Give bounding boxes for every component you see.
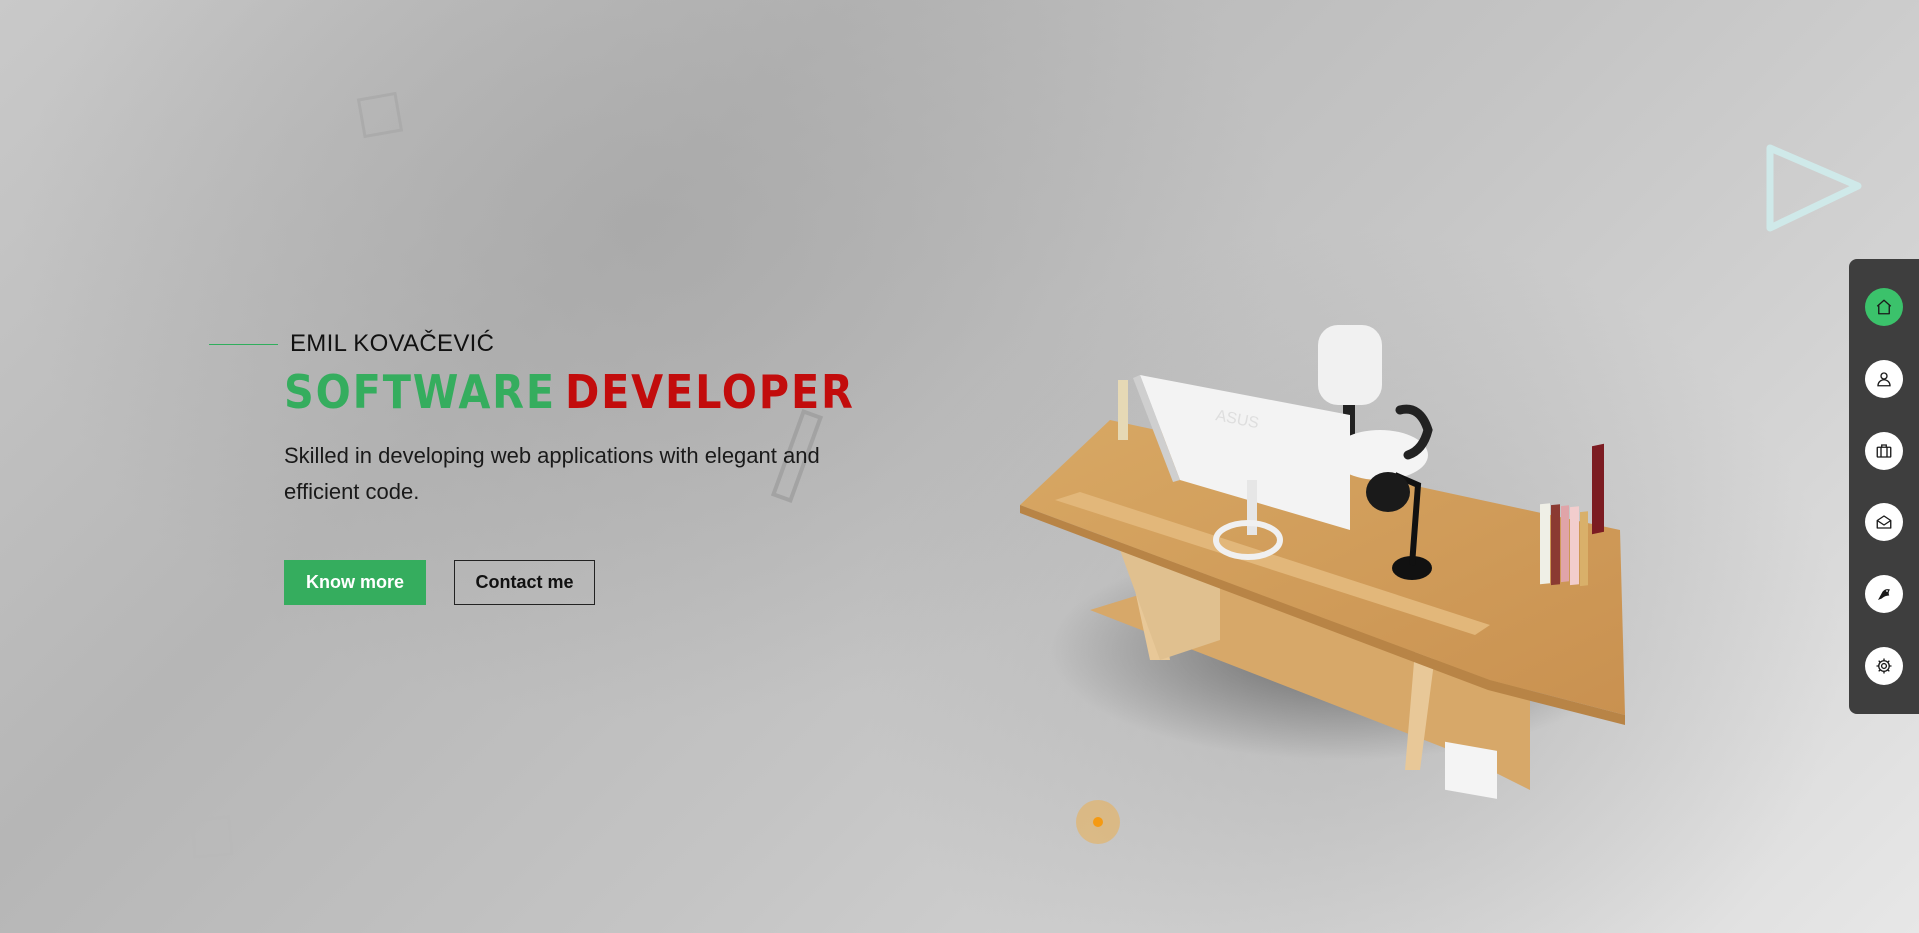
side-navigation — [1849, 259, 1919, 714]
monitor-stand — [1247, 480, 1257, 535]
hero-buttons: Know more Contact me — [284, 560, 849, 605]
name-row: EMIL KOVAČEVIĆ — [209, 328, 849, 360]
title-developer: DEVELOPER — [564, 365, 855, 419]
guitar-neck — [1118, 380, 1128, 440]
pen-nib-icon — [1878, 589, 1890, 601]
title-software: SOFTWARE — [284, 365, 556, 419]
nav-portfolio-button[interactable] — [1865, 431, 1903, 470]
chair-back — [1318, 325, 1382, 405]
nav-home-button[interactable] — [1865, 287, 1903, 326]
developer-name: EMIL KOVAČEVIĆ — [290, 330, 495, 357]
nav-settings-button[interactable] — [1865, 647, 1903, 686]
decorative-square — [190, 815, 234, 859]
home-icon — [1876, 299, 1892, 315]
user-icon — [1877, 372, 1891, 387]
orange-indicator-dot — [1076, 800, 1120, 844]
decorative-square — [356, 91, 404, 139]
cable-box — [1445, 741, 1497, 799]
hero-title: SOFTWARE DEVELOPER — [284, 365, 853, 419]
know-more-button[interactable]: Know more — [284, 560, 426, 605]
nav-contact-button[interactable] — [1865, 503, 1903, 542]
name-accent-line — [209, 343, 278, 345]
hero-section: EMIL KOVAČEVIĆ SOFTWARE DEVELOPER Skilled… — [209, 328, 853, 605]
mail-icon — [1876, 515, 1892, 530]
hero-description: Skilled in developing web applications w… — [284, 443, 820, 504]
contact-me-button[interactable]: Contact me — [454, 560, 595, 605]
lamp-head — [1366, 472, 1410, 512]
desk-scene-illustration: ASUS — [1020, 325, 1630, 799]
nav-about-button[interactable] — [1865, 359, 1903, 398]
briefcase-icon — [1876, 443, 1892, 458]
nav-blog-button[interactable] — [1865, 575, 1903, 614]
gear-icon — [1876, 658, 1892, 674]
decorative-triangle — [1766, 144, 1862, 232]
